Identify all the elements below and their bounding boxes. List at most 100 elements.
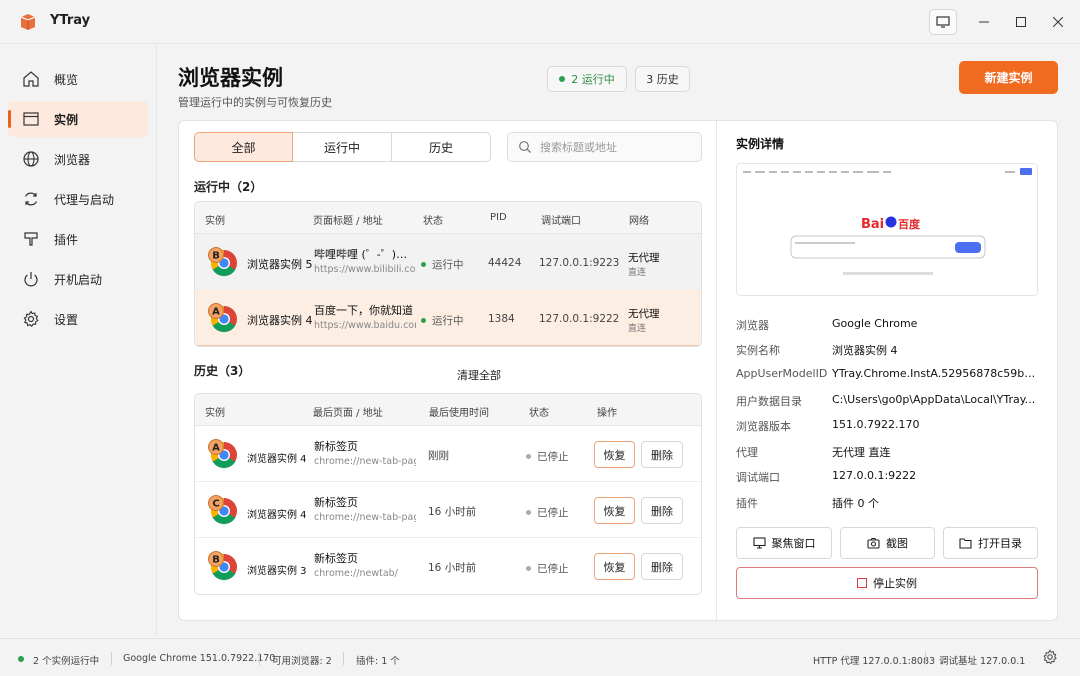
detail-value: 无代理 直连 bbox=[832, 446, 891, 459]
status-cell: 运行中 bbox=[421, 313, 464, 328]
table-row[interactable]: A 浏览器实例 4 百度一下，你就知道 https://www.baidu.co… bbox=[195, 290, 701, 346]
panel-divider bbox=[716, 121, 717, 620]
sync-icon bbox=[21, 189, 41, 209]
details-title: 实例详情 bbox=[736, 137, 785, 151]
open-directory-button[interactable]: 打开目录 bbox=[943, 527, 1038, 559]
column-header: PID bbox=[490, 212, 507, 223]
page-url-cell: https://www.baidu.com/ bbox=[314, 320, 416, 331]
table-row[interactable]: A 浏览器实例 4 新标签页 chrome://new-tab-page/ 刚刚… bbox=[195, 426, 701, 482]
status-label: 已停止 bbox=[537, 563, 569, 575]
status-dot-icon bbox=[526, 566, 531, 571]
monitor-button[interactable] bbox=[929, 9, 957, 35]
sidebar-item-settings[interactable]: 设置 bbox=[8, 301, 148, 337]
search-input[interactable] bbox=[540, 140, 690, 154]
search-box[interactable] bbox=[507, 132, 702, 162]
chrome-icon: B bbox=[208, 247, 237, 277]
instance-badge: A bbox=[212, 307, 220, 318]
focus-window-button[interactable]: 聚焦窗口 bbox=[736, 527, 832, 559]
detail-label: 插件 bbox=[736, 497, 758, 510]
search-icon bbox=[519, 141, 531, 153]
sidebar-item-label: 浏览器 bbox=[54, 152, 91, 167]
sidebar-item-overview[interactable]: 概览 bbox=[8, 61, 148, 97]
screenshot-button[interactable]: 截图 bbox=[840, 527, 935, 559]
maximize-button[interactable] bbox=[1009, 10, 1033, 34]
focus-window-label: 聚焦窗口 bbox=[771, 537, 816, 550]
detail-value: 151.0.7922.170 bbox=[832, 418, 920, 431]
settings-gear-icon[interactable] bbox=[1042, 649, 1058, 665]
running-count-badge[interactable]: 2 运行中 bbox=[547, 66, 627, 92]
history-count-badge[interactable]: 3 历史 bbox=[635, 66, 690, 92]
page-url-cell: chrome://new-tab-page/ bbox=[314, 456, 416, 467]
table-row[interactable]: B 浏览器实例 5 哔哩哔哩 (゜-゜)つロ 干杯~-bilibili http… bbox=[195, 234, 701, 290]
column-header: 页面标题 / 地址 bbox=[313, 216, 383, 227]
restore-button[interactable]: 恢复 bbox=[594, 553, 635, 580]
app-title: YTray bbox=[50, 13, 91, 28]
instance-name: 浏览器实例 3 bbox=[247, 566, 307, 577]
delete-button[interactable]: 删除 bbox=[641, 553, 683, 580]
detail-label: AppUserModelID bbox=[736, 367, 828, 380]
delete-button[interactable]: 删除 bbox=[641, 497, 683, 524]
tab-running[interactable]: 运行中 bbox=[293, 132, 392, 162]
table-row[interactable]: C 浏览器实例 4 新标签页 chrome://new-tab-page/ 16… bbox=[195, 482, 701, 538]
status-cell: 运行中 bbox=[421, 257, 464, 272]
detail-value: 浏览器实例 4 bbox=[832, 344, 898, 357]
tab-all[interactable]: 全部 bbox=[194, 132, 293, 162]
sidebar-item-label: 代理与启动 bbox=[54, 192, 115, 207]
stop-icon bbox=[857, 578, 867, 588]
monitor-icon bbox=[936, 16, 950, 28]
running-section-title: 运行中（2） bbox=[194, 180, 263, 194]
sidebar-item-instances[interactable]: 实例 bbox=[8, 101, 148, 137]
instance-name: 浏览器实例 4 bbox=[247, 454, 307, 465]
stop-instance-button[interactable]: 停止实例 bbox=[736, 567, 1038, 599]
detail-value: C:\Users\go0p\AppData\Local\YTray... bbox=[832, 393, 1036, 406]
column-header: 调试端口 bbox=[541, 216, 581, 227]
instance-badge: C bbox=[212, 499, 219, 510]
status-label: 已停止 bbox=[537, 451, 569, 463]
sidebar-item-browsers[interactable]: 浏览器 bbox=[8, 141, 148, 177]
sidebar-item-plugins[interactable]: 插件 bbox=[8, 221, 148, 257]
status-separator bbox=[343, 652, 344, 665]
status-cell: 已停止 bbox=[526, 561, 569, 576]
sidebar-item-label: 设置 bbox=[54, 312, 79, 327]
page-title: 浏览器实例 bbox=[178, 66, 283, 90]
instance-name: 浏览器实例 4 bbox=[247, 510, 307, 521]
status-debug-base: 调试基址 127.0.0.1 bbox=[939, 656, 1026, 667]
sidebar-item-proxy[interactable]: 代理与启动 bbox=[8, 181, 148, 217]
column-header: 最后使用时间 bbox=[429, 408, 489, 419]
minimize-icon bbox=[979, 21, 989, 23]
page-title-cell: 新标签页 bbox=[314, 440, 358, 453]
restore-button[interactable]: 恢复 bbox=[594, 497, 635, 524]
page-title-cell: 新标签页 bbox=[314, 496, 358, 509]
sidebar-item-autostart[interactable]: 开机启动 bbox=[8, 261, 148, 297]
minimize-button[interactable] bbox=[972, 10, 996, 34]
plugin-icon bbox=[21, 229, 41, 249]
sidebar-item-label: 概览 bbox=[54, 72, 79, 87]
delete-button[interactable]: 删除 bbox=[641, 441, 683, 468]
tab-history[interactable]: 历史 bbox=[391, 132, 491, 162]
pid-cell: 1384 bbox=[488, 313, 515, 325]
page-title-cell: 哔哩哔哩 (゜-゜)つロ 干杯~-bilibili bbox=[314, 248, 416, 261]
status-separator bbox=[111, 652, 112, 665]
column-header: 操作 bbox=[597, 408, 617, 419]
detail-value: 插件 0 个 bbox=[832, 497, 879, 510]
close-button[interactable] bbox=[1046, 10, 1070, 34]
status-bar: 2 个实例运行中 Google Chrome 151.0.7922.170 可用… bbox=[0, 638, 1080, 676]
page-url-cell: chrome://newtab/ bbox=[314, 568, 398, 579]
history-count-label: 3 历史 bbox=[646, 73, 679, 86]
globe-icon bbox=[21, 149, 41, 169]
page-preview-thumbnail[interactable]: Bai 百度 bbox=[736, 163, 1038, 296]
restore-button[interactable]: 恢复 bbox=[594, 441, 635, 468]
clear-all-button[interactable]: 清理全部 bbox=[457, 367, 501, 383]
new-instance-button[interactable]: 新建实例 bbox=[959, 61, 1058, 94]
table-row[interactable]: B 浏览器实例 3 新标签页 chrome://newtab/ 16 小时前 已… bbox=[195, 538, 701, 594]
detail-label: 用户数据目录 bbox=[736, 395, 802, 408]
column-header: 状态 bbox=[529, 408, 549, 419]
status-browser: Google Chrome 151.0.7922.170 bbox=[123, 653, 276, 664]
stop-instance-label: 停止实例 bbox=[873, 577, 917, 590]
detail-value: 127.0.0.1:9222 bbox=[832, 469, 917, 482]
folder-icon bbox=[959, 538, 972, 549]
table-header: 实例 最后页面 / 地址 最后使用时间 状态 操作 bbox=[195, 394, 701, 426]
status-label: 已停止 bbox=[537, 507, 569, 519]
status-cell: 已停止 bbox=[526, 505, 569, 520]
column-header: 实例 bbox=[205, 408, 225, 419]
